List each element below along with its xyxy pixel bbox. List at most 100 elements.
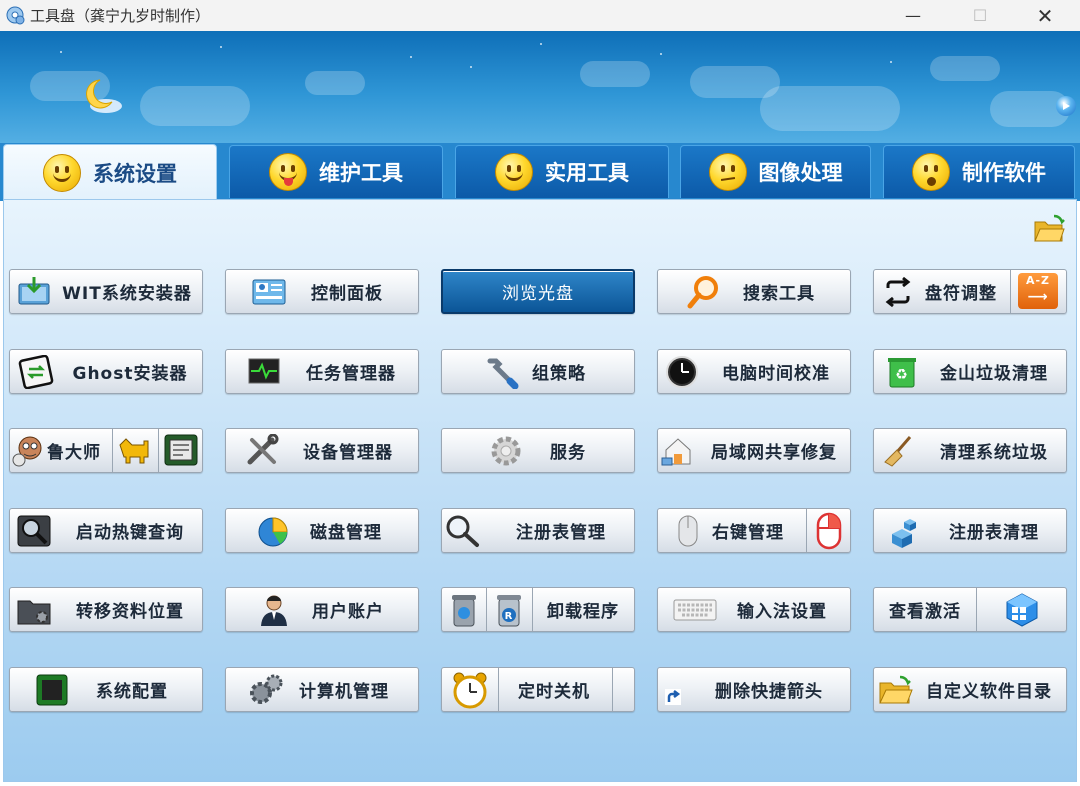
- timed-shutdown-button[interactable]: 定时关机: [441, 667, 635, 712]
- button-label: 服务: [550, 443, 586, 463]
- button-label: WIT系统安装器: [62, 284, 192, 304]
- button-label: 清理系统垃圾: [940, 443, 1048, 463]
- group-policy-button[interactable]: 组策略: [441, 349, 635, 394]
- hardware-info-button[interactable]: [158, 429, 203, 472]
- button-label: 电脑时间校准: [722, 364, 830, 384]
- magnifier-icon: [446, 515, 479, 547]
- device-manager-button[interactable]: 设备管理器: [225, 428, 419, 473]
- button-label: 删除快捷箭头: [715, 682, 823, 702]
- button-label: 计算机管理: [299, 682, 389, 702]
- uninstall-button[interactable]: R 卸载程序: [441, 587, 635, 632]
- dog-icon: [119, 438, 149, 464]
- chip-icon: [164, 434, 198, 466]
- surprised-face-icon: [912, 153, 950, 191]
- disk-management-button[interactable]: 磁盘管理: [225, 508, 419, 553]
- search-tool-button[interactable]: 搜索工具: [657, 269, 851, 314]
- alarm-clock-button[interactable]: [442, 668, 499, 711]
- right-click-button[interactable]: [806, 509, 851, 552]
- button-label: 注册表清理: [949, 523, 1039, 543]
- ime-settings-button[interactable]: 输入法设置: [657, 587, 851, 632]
- remove-shortcut-arrow-button[interactable]: 删除快捷箭头: [657, 667, 851, 712]
- minimize-button[interactable]: —: [890, 0, 936, 31]
- ludashi-button[interactable]: 鲁大师: [9, 428, 203, 473]
- recycle-bin-icon: ♻: [888, 358, 916, 388]
- button-label: 任务管理器: [306, 364, 396, 384]
- tab-system-settings[interactable]: 系统设置: [3, 144, 217, 201]
- time-sync-button[interactable]: 电脑时间校准: [657, 349, 851, 394]
- title-bar: 工具盘（龚宁九岁时制作） — ☐ ✕: [0, 0, 1080, 32]
- broom-icon: [884, 436, 912, 467]
- button-label: 设备管理器: [303, 443, 393, 463]
- check-activation-button[interactable]: 查看激活: [873, 587, 1067, 632]
- open-folder-icon[interactable]: [1032, 212, 1066, 246]
- tab-label: 系统设置: [93, 162, 177, 186]
- keyboard-icon: [673, 599, 717, 621]
- play-icon[interactable]: [1056, 96, 1076, 116]
- kingsoft-clean-button[interactable]: ♻ 金山垃圾清理: [873, 349, 1067, 394]
- button-label: 组策略: [532, 364, 586, 384]
- button-label: 定时关机: [518, 682, 590, 702]
- revo-uninstaller-button[interactable]: R: [486, 588, 533, 631]
- monitor-pulse-icon: [248, 358, 280, 384]
- button-label: 控制面板: [311, 284, 383, 304]
- button-label: 金山垃圾清理: [940, 364, 1048, 384]
- browse-disc-button[interactable]: 浏览光盘: [441, 269, 635, 314]
- button-label: 自定义软件目录: [926, 682, 1052, 702]
- button-label: 启动热键查询: [76, 523, 184, 543]
- button-label: 搜索工具: [743, 284, 815, 304]
- tab-label: 图像处理: [758, 161, 843, 185]
- maximize-button[interactable]: ☐: [957, 0, 1003, 31]
- custom-software-dir-button[interactable]: 自定义软件目录: [873, 667, 1067, 712]
- svg-text:R: R: [505, 611, 514, 622]
- button-label: 输入法设置: [737, 602, 827, 622]
- header-banner: [0, 31, 1080, 146]
- user-accounts-button[interactable]: 用户账户: [225, 587, 419, 632]
- button-label: 用户账户: [312, 602, 384, 622]
- folder-gear-icon: [17, 600, 51, 625]
- az-badge-text: A-Z: [1025, 274, 1051, 287]
- activation-tool-button[interactable]: [976, 588, 1067, 631]
- clean-system-junk-button[interactable]: 清理系统垃圾: [873, 428, 1067, 473]
- button-label: 查看激活: [889, 602, 961, 622]
- uninstall-tool-button[interactable]: [442, 588, 487, 631]
- button-label: Ghost安装器: [72, 364, 188, 384]
- ghost-disk-icon: [18, 355, 54, 389]
- ludashi-dog-button[interactable]: [112, 429, 159, 472]
- task-manager-button[interactable]: 任务管理器: [225, 349, 419, 394]
- sad-face-icon: [708, 153, 747, 191]
- app-icon: [6, 6, 25, 25]
- sort-az-icon: A-Z ⟶: [1018, 273, 1058, 309]
- tab-image-processing[interactable]: 图像处理: [680, 145, 871, 198]
- registry-clean-button[interactable]: 注册表清理: [873, 508, 1067, 553]
- services-button[interactable]: 服务: [441, 428, 635, 473]
- shutdown-extra-button[interactable]: [612, 668, 635, 711]
- smiley-icon: [43, 154, 81, 192]
- tab-maintenance-tools[interactable]: 维护工具: [229, 145, 443, 198]
- lan-share-fix-button[interactable]: 局域网共享修复: [657, 428, 851, 473]
- button-label: 系统配置: [96, 682, 168, 702]
- drive-letter-button[interactable]: 盘符调整 A-Z ⟶: [873, 269, 1067, 314]
- registry-manager-button[interactable]: 注册表管理: [441, 508, 635, 553]
- sys-config-button[interactable]: 系统配置: [9, 667, 203, 712]
- sort-az-button[interactable]: A-Z ⟶: [1010, 270, 1067, 313]
- close-button[interactable]: ✕: [1022, 0, 1068, 31]
- tools-icon: [247, 434, 279, 465]
- button-label: 鲁大师: [47, 443, 101, 463]
- move-profile-button[interactable]: 转移资料位置: [9, 587, 203, 632]
- context-menu-button[interactable]: 右键管理: [657, 508, 851, 553]
- tab-utility-tools[interactable]: 实用工具: [455, 145, 669, 198]
- startup-hotkey-button[interactable]: 启动热键查询: [9, 508, 203, 553]
- wit-installer-button[interactable]: WIT系统安装器: [9, 269, 203, 314]
- ghost-installer-button[interactable]: Ghost安装器: [9, 349, 203, 394]
- right-click-mouse-icon: [816, 512, 842, 550]
- installer-icon: [18, 277, 50, 305]
- button-label: 转移资料位置: [76, 602, 184, 622]
- button-label: 右键管理: [712, 523, 784, 543]
- tab-label: 实用工具: [545, 161, 629, 185]
- control-panel-button[interactable]: 控制面板: [225, 269, 419, 314]
- computer-management-button[interactable]: 计算机管理: [225, 667, 419, 712]
- network-home-icon: [661, 438, 691, 466]
- tab-make-software[interactable]: 制作软件: [883, 145, 1075, 198]
- shortcut-arrow-icon: [665, 689, 681, 705]
- moon-icon: [86, 79, 122, 113]
